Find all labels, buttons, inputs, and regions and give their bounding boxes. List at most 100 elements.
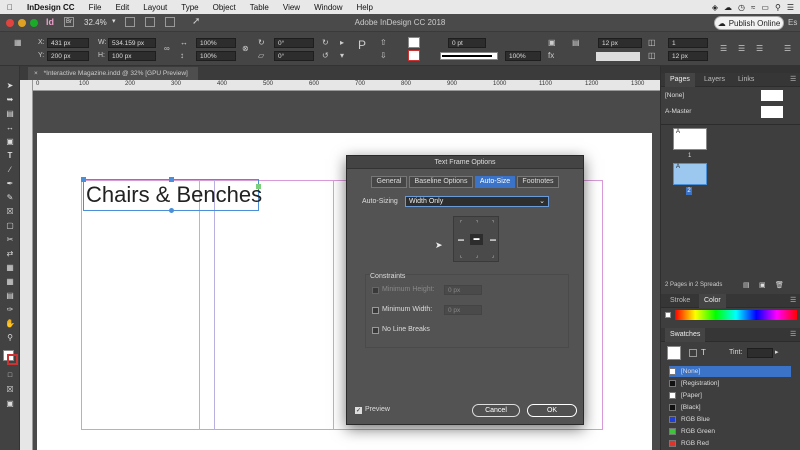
y-field[interactable]: 200 px (47, 51, 89, 61)
swatch-row-paper[interactable]: [Paper] (669, 390, 791, 401)
menu-list-icon[interactable]: ☰ (787, 3, 794, 12)
page-2-thumb[interactable]: A (673, 163, 707, 185)
swatch-row-registration[interactable]: [Registration] (669, 378, 791, 389)
rotate-cw-icon[interactable]: ↻ (322, 38, 329, 48)
formatting-text-icon[interactable]: T (701, 348, 706, 357)
min-height-checkbox[interactable] (372, 287, 379, 294)
new-page-icon[interactable]: ▣ (759, 281, 766, 289)
grid-point-bl-icon[interactable]: ⌞ (457, 253, 465, 259)
dropbox-icon[interactable]: ◈ (712, 3, 718, 12)
timemachine-icon[interactable]: ◷ (738, 3, 745, 12)
heading-text[interactable]: Chairs & Benches (86, 182, 262, 208)
swatch-row-black[interactable]: [Black] (669, 402, 791, 413)
rotate-ccw-icon[interactable]: ↺ (322, 51, 329, 61)
pencil-tool-icon[interactable]: ✎ (3, 192, 17, 204)
delete-page-icon[interactable]: 🗑 (775, 281, 784, 289)
menu-app[interactable]: InDesign CC (20, 3, 82, 12)
none-master-thumb[interactable] (761, 90, 783, 101)
grid-point-ml-icon[interactable]: ▬ (457, 237, 465, 243)
close-tab-icon[interactable]: × (34, 70, 38, 77)
scissors-tool-icon[interactable]: ✂ (3, 234, 17, 246)
page-tool-icon[interactable]: ▤ (3, 108, 17, 120)
grid-point-center-icon[interactable]: ▬ (470, 234, 483, 245)
horizontal-ruler[interactable]: 0 100 200 300 400 500 600 700 800 900 10… (33, 80, 660, 91)
tab-auto-size[interactable]: Auto-Size (475, 176, 515, 188)
gap-tool-icon[interactable]: ↔ (3, 122, 17, 134)
text-wrap-icon[interactable]: ▤ (572, 38, 580, 48)
columns-field[interactable]: 1 (668, 38, 708, 48)
resize-handle[interactable] (81, 177, 86, 182)
shear-field[interactable]: 0° (274, 51, 314, 61)
tab-footnotes[interactable]: Footnotes (517, 176, 559, 188)
tab-pages[interactable]: Pages (665, 73, 695, 87)
opacity-field[interactable]: 100% (505, 51, 541, 61)
link-scale-icon[interactable]: ⊗ (242, 44, 249, 54)
paragraph-direction-icon[interactable]: P (358, 39, 366, 51)
grid-point-tc-icon[interactable]: ⌝ (473, 221, 481, 227)
flip-horizontal-icon[interactable]: ▸ (340, 38, 344, 48)
tab-layers[interactable]: Layers (699, 73, 730, 87)
content-collector-icon[interactable]: ▣ (3, 136, 17, 148)
panel-dock-header[interactable] (661, 66, 800, 73)
align-select[interactable] (596, 52, 640, 61)
apple-icon[interactable]:  (0, 3, 20, 12)
auto-sizing-select[interactable]: Width Only ⌄ (405, 196, 549, 207)
menu-file[interactable]: File (82, 3, 109, 12)
menu-help[interactable]: Help (350, 3, 380, 12)
page-1-thumb[interactable]: A (673, 128, 707, 150)
tab-baseline-options[interactable]: Baseline Options (409, 176, 473, 188)
grid-point-tl-icon[interactable]: ⌜ (457, 221, 465, 227)
panel-menu-icon[interactable]: ☰ (785, 73, 800, 87)
reference-point-icon[interactable]: ▦ (14, 38, 22, 48)
menu-layout[interactable]: Layout (136, 3, 174, 12)
tab-stroke[interactable]: Stroke (665, 294, 695, 308)
effects-icon[interactable]: fx (548, 51, 554, 61)
grid-point-br-icon[interactable]: ⌟ (489, 253, 497, 259)
grid-point-tr-icon[interactable]: ⌝ (489, 221, 497, 227)
rotate-field[interactable]: 0° (274, 38, 314, 48)
panel-menu-icon[interactable]: ☰ (784, 44, 791, 54)
gradient-feather-tool-icon[interactable]: ▦ (3, 276, 17, 288)
selection-tool-icon[interactable]: ➤ (3, 80, 17, 92)
stroke-weight-field[interactable]: 0 pt (448, 38, 486, 48)
swatch-row-none[interactable]: [None] (669, 366, 791, 377)
w-field[interactable]: 534.159 px (108, 38, 156, 48)
wifi-icon[interactable]: ≈ (751, 3, 755, 12)
tab-links[interactable]: Links (733, 73, 759, 87)
formatting-container-icon[interactable] (689, 349, 697, 357)
resize-handle[interactable] (169, 177, 174, 182)
tint-field[interactable] (747, 348, 773, 358)
preview-checkbox[interactable]: ✓ (355, 407, 362, 414)
x-field[interactable]: 431 px (47, 38, 89, 48)
screen-mode-tool-icon[interactable]: ▣ (3, 398, 17, 410)
gutter-field[interactable]: 12 px (668, 51, 708, 61)
select-container-icon[interactable]: ⇧ (380, 38, 387, 48)
zoom-tool-icon[interactable]: ⚲ (3, 332, 17, 344)
type-tool-icon[interactable]: T (3, 150, 17, 162)
vertical-ruler[interactable] (20, 80, 33, 450)
flip-vertical-icon[interactable]: ▾ (340, 51, 344, 61)
grid-point-mr-icon[interactable]: ▬ (489, 237, 497, 243)
fill-swatch[interactable] (408, 37, 420, 48)
min-height-field[interactable]: 0 px (444, 285, 482, 295)
min-width-field[interactable]: 0 px (444, 305, 482, 315)
auto-size-reference-grid[interactable]: ⌜ ⌝ ⌝ ▬ ▬ ▬ ⌞ ⌟ ⌟ (453, 216, 499, 262)
swatch-row-rgb-blue[interactable]: RGB Blue (669, 414, 791, 425)
min-width-checkbox[interactable] (372, 307, 379, 314)
drop-shadow-icon[interactable]: ▣ (548, 38, 556, 48)
size-field[interactable]: 12 px (598, 38, 642, 48)
battery-icon[interactable]: ▭ (761, 3, 769, 12)
document-tab[interactable]: × *Interactive Magazine.indd @ 32% [GPU … (28, 67, 198, 80)
panel-menu-icon[interactable]: ☰ (785, 328, 800, 342)
balance-columns-icon[interactable]: ☰ (756, 44, 763, 54)
none-master-label[interactable]: [None] (665, 92, 684, 99)
stroke-swatch-tool[interactable] (7, 354, 18, 365)
cancel-button[interactable]: Cancel (472, 404, 520, 417)
menu-window[interactable]: Window (307, 3, 349, 12)
menu-object[interactable]: Object (206, 3, 243, 12)
scale-x-field[interactable]: 100% (196, 38, 236, 48)
swatch-row-rgb-green[interactable]: RGB Green (669, 426, 791, 437)
tab-general[interactable]: General (371, 176, 407, 188)
gradient-swatch-tool-icon[interactable]: ▦ (3, 262, 17, 274)
search-icon[interactable]: ⚲ (775, 3, 781, 12)
